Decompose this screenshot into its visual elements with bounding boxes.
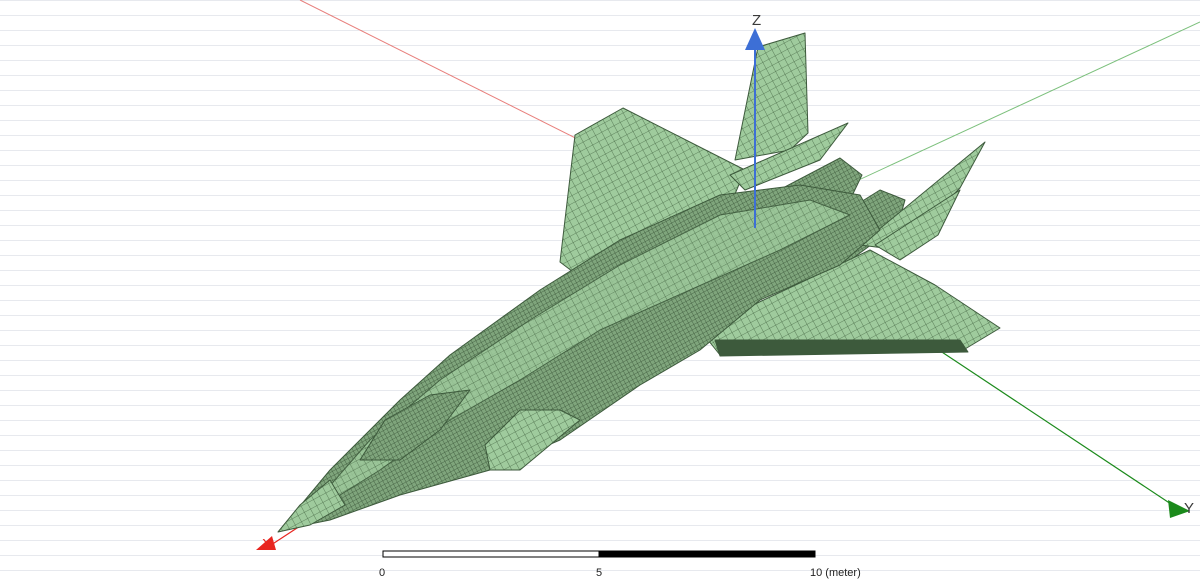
- 3d-viewport[interactable]: [0, 0, 1200, 582]
- z-axis-label: Z: [752, 12, 762, 29]
- scale-bar-white: [382, 550, 600, 558]
- scale-tick-0: 0: [379, 567, 386, 579]
- x-axis-label: X: [262, 536, 273, 553]
- scale-tick-5: 5: [596, 567, 603, 579]
- y-axis-label: Y: [1184, 500, 1195, 517]
- scale-tick-10: 10 (meter): [810, 567, 861, 579]
- scale-bar: [382, 550, 816, 558]
- scale-bar-black: [598, 550, 816, 558]
